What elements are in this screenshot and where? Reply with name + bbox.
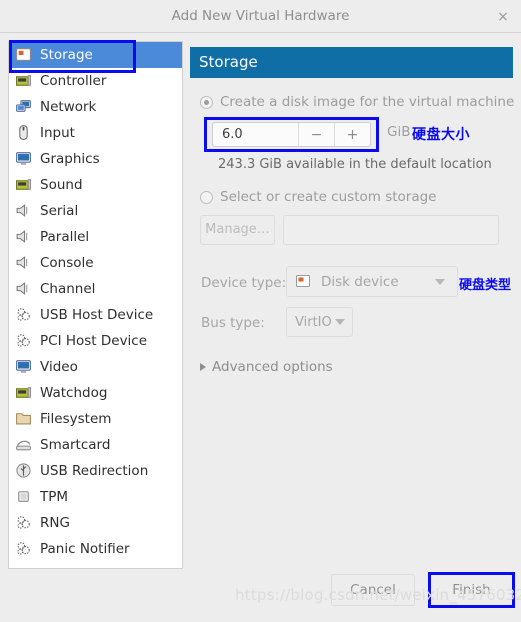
- chevron-right-icon: [200, 363, 206, 371]
- sidebar-item-tpm[interactable]: TPM: [9, 484, 182, 510]
- bus-type-value: VirtIO: [295, 314, 332, 330]
- monitor-icon: [15, 150, 33, 168]
- disk-icon: [295, 273, 313, 291]
- sidebar-item-label: USB Redirection: [40, 463, 149, 479]
- available-space-label: 243.3 GiB available in the default locat…: [218, 157, 492, 172]
- sidebar-item-label: Smartcard: [40, 437, 111, 453]
- watermark: https://blog.csdn.net/weixin_45760327: [235, 586, 521, 604]
- window-title: Add New Virtual Hardware: [171, 8, 350, 24]
- controller-card-icon: [15, 384, 33, 402]
- usb-icon: [15, 462, 33, 480]
- close-icon[interactable]: ×: [493, 7, 513, 27]
- chip-icon: [15, 488, 33, 506]
- sidebar-item-parallel[interactable]: Parallel: [9, 224, 182, 250]
- sidebar-item-label: Input: [40, 125, 75, 141]
- manage-button[interactable]: Manage…: [200, 215, 275, 245]
- gears-icon: [15, 514, 33, 532]
- folder-icon: [15, 410, 33, 428]
- speaker-icon: [15, 228, 33, 246]
- disk-size-increment-button[interactable]: +: [334, 123, 370, 146]
- smartcard-icon: [15, 436, 33, 454]
- sidebar-item-smartcard[interactable]: Smartcard: [9, 432, 182, 458]
- sidebar-item-label: Network: [40, 99, 97, 115]
- sidebar-item-sound[interactable]: Sound: [9, 172, 182, 198]
- mouse-icon: [15, 124, 33, 142]
- sidebar-item-serial[interactable]: Serial: [9, 198, 182, 224]
- hardware-type-list[interactable]: Storage Controller Network Input Graphics Sou…: [8, 41, 183, 569]
- annotation-label-disk-size: 硬盘大小: [412, 127, 470, 143]
- gears-icon: [15, 332, 33, 350]
- custom-storage-option[interactable]: Select or create custom storage: [200, 189, 436, 205]
- sound-card-icon: [15, 176, 33, 194]
- sidebar-item-label: Graphics: [40, 151, 100, 167]
- device-type-combobox[interactable]: Disk device: [286, 266, 458, 297]
- chevron-down-icon: [335, 319, 345, 325]
- sidebar-item-usb-redirection[interactable]: USB Redirection: [9, 458, 182, 484]
- sidebar-item-label: Sound: [40, 177, 83, 193]
- panel-header: Storage: [190, 47, 513, 78]
- sidebar-item-label: Storage: [40, 47, 93, 63]
- sidebar-item-label: Panic Notifier: [40, 541, 130, 557]
- speaker-icon: [15, 202, 33, 220]
- titlebar: Add New Virtual Hardware ×: [0, 0, 521, 33]
- gears-icon: [15, 306, 33, 324]
- disk-size-decrement-button[interactable]: −: [298, 123, 334, 146]
- device-type-label: Device type:: [201, 275, 287, 291]
- sidebar-item-label: PCI Host Device: [40, 333, 148, 349]
- sidebar-item-label: TPM: [40, 489, 69, 505]
- sidebar-item-rng[interactable]: RNG: [9, 510, 182, 536]
- disk-icon: [15, 46, 33, 64]
- sidebar-item-video[interactable]: Video: [9, 354, 182, 380]
- chevron-down-icon: [435, 278, 445, 285]
- advanced-options-label: Advanced options: [212, 359, 333, 375]
- create-disk-image-label: Create a disk image for the virtual mach…: [220, 94, 515, 110]
- sidebar-item-storage[interactable]: Storage: [9, 42, 182, 68]
- radio-create-disk-image[interactable]: [200, 95, 213, 109]
- sidebar-item-channel[interactable]: Channel: [9, 276, 182, 302]
- bus-type-label: Bus type:: [201, 315, 265, 331]
- sidebar-item-label: Controller: [40, 73, 107, 89]
- sidebar-item-watchdog[interactable]: Watchdog: [9, 380, 182, 406]
- panel-title: Storage: [199, 53, 258, 71]
- bus-type-combobox[interactable]: VirtIO: [286, 307, 353, 337]
- sidebar-item-usb-host-device[interactable]: USB Host Device: [9, 302, 182, 328]
- sidebar-item-filesystem[interactable]: Filesystem: [9, 406, 182, 432]
- disk-size-unit-label: GiB: [387, 124, 411, 140]
- sidebar-item-label: Channel: [40, 281, 96, 297]
- device-type-value: Disk device: [321, 273, 399, 290]
- controller-card-icon: [15, 72, 33, 90]
- sidebar-item-pci-host-device[interactable]: PCI Host Device: [9, 328, 182, 354]
- sidebar-item-label: Console: [40, 255, 94, 271]
- custom-storage-label: Select or create custom storage: [220, 189, 437, 205]
- sidebar-item-label: Parallel: [40, 229, 90, 245]
- sidebar-item-label: Watchdog: [40, 385, 108, 401]
- sidebar-item-console[interactable]: Console: [9, 250, 182, 276]
- radio-custom-storage[interactable]: [200, 190, 213, 204]
- sidebar-item-label: Video: [40, 359, 78, 375]
- add-hardware-dialog: Add New Virtual Hardware × Storage Contro…: [0, 0, 521, 622]
- sidebar-item-label: Filesystem: [40, 411, 112, 427]
- monitor-icon: [15, 358, 33, 376]
- sidebar-item-label: RNG: [40, 515, 70, 531]
- sidebar-item-network[interactable]: Network: [9, 94, 182, 120]
- advanced-options-expander[interactable]: Advanced options: [200, 359, 333, 375]
- sidebar-item-input[interactable]: Input: [9, 120, 182, 146]
- sidebar-item-label: Serial: [40, 203, 79, 219]
- speaker-icon: [15, 280, 33, 298]
- annotation-label-disk-type: 硬盘类型: [459, 278, 512, 293]
- network-icon: [15, 98, 33, 116]
- disk-size-spinner[interactable]: 6.0 − +: [212, 122, 371, 147]
- sidebar-item-panic-notifier[interactable]: Panic Notifier: [9, 536, 182, 562]
- disk-size-input[interactable]: 6.0: [213, 123, 298, 146]
- custom-storage-path-field[interactable]: [283, 215, 499, 245]
- sidebar-item-graphics[interactable]: Graphics: [9, 146, 182, 172]
- sidebar-item-controller[interactable]: Controller: [9, 68, 182, 94]
- sidebar-item-label: USB Host Device: [40, 307, 154, 323]
- create-disk-image-option[interactable]: Create a disk image for the virtual mach…: [200, 94, 514, 110]
- gears-icon: [15, 540, 33, 558]
- speaker-icon: [15, 254, 33, 272]
